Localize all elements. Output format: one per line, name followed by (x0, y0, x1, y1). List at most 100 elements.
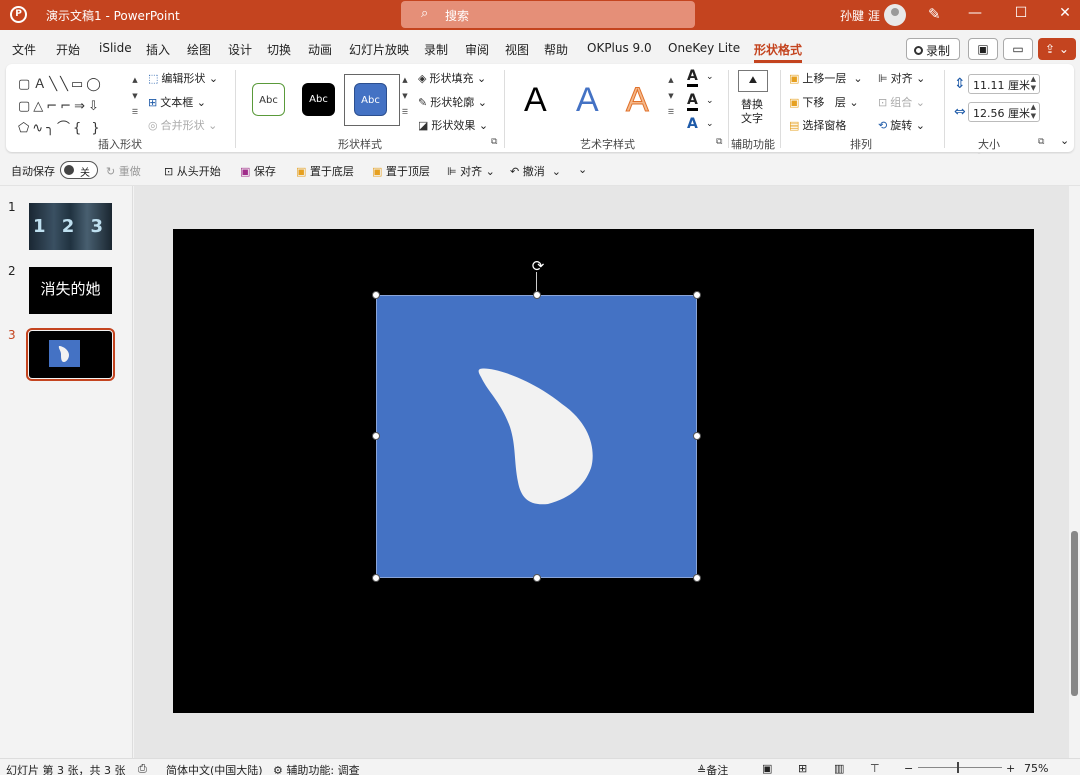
language-status[interactable]: 简体中文(中国大陆) (166, 762, 263, 775)
redo-button[interactable]: ↻ 重做 (106, 163, 141, 179)
resize-handle-top-left[interactable] (372, 291, 380, 299)
rotate-handle-icon[interactable]: ⟳ (529, 257, 547, 275)
tab-file[interactable]: 文件 (12, 41, 36, 58)
zoom-slider-thumb[interactable] (957, 762, 959, 773)
zoom-out-button[interactable]: − (904, 762, 913, 775)
tab-onekey-lite[interactable]: OneKey Lite (668, 41, 740, 55)
tab-help[interactable]: 帮助 (544, 41, 568, 58)
tab-review[interactable]: 审阅 (465, 41, 489, 58)
merge-shapes-button[interactable]: ◎ 合并形状 ⌄ (148, 117, 217, 133)
shapes-gallery[interactable]: ▢Ａ╲╲▭◯ ▢△⌐⌐⇒⇩ ⬠∿╮⌒{ } (18, 74, 136, 140)
resize-handle-right[interactable] (693, 432, 701, 440)
slide-thumbnail-3[interactable] (26, 328, 115, 381)
accessibility-status[interactable]: ⚙ 辅助功能: 调查 (273, 762, 360, 775)
bring-forward-button[interactable]: ▣ 上移一层 ⌄ (789, 70, 863, 86)
save-button[interactable]: ▣ 保存 (240, 163, 276, 179)
slide-sorter-icon[interactable]: ⊞ (798, 762, 807, 775)
zoom-slider[interactable] (918, 767, 1002, 768)
text-effects-icon[interactable]: A (687, 116, 698, 132)
text-outline-dropdown[interactable]: ⌄ (706, 96, 714, 106)
size-launcher-icon[interactable]: ⧉ (1038, 137, 1044, 147)
rotate-button[interactable]: ⟲ 旋转 ⌄ (878, 117, 925, 133)
tab-animations[interactable]: 动画 (308, 41, 332, 58)
wordart-sample-blue[interactable]: A (576, 82, 599, 118)
tab-transitions[interactable]: 切换 (267, 41, 291, 58)
tab-okplus[interactable]: OKPlus 9.0 (587, 41, 652, 55)
width-spinner[interactable]: ▲ ▼ (1031, 103, 1036, 121)
minimize-button[interactable]: — (960, 5, 990, 21)
collapse-ribbon-icon[interactable]: ⌄ (1060, 134, 1069, 147)
style-chip-outline[interactable]: Abc (252, 83, 285, 116)
zoom-level[interactable]: 75% (1024, 762, 1048, 775)
wordart-gallery-scroll[interactable]: ▲ ▼ ☰ (666, 72, 676, 120)
shape-outline-button[interactable]: ✎ 形状轮廓 ⌄ (418, 94, 487, 110)
edit-shape-button[interactable]: ⬚ 编辑形状 ⌄ (148, 70, 218, 86)
slide-thumbnail-2[interactable]: 消失的她 (29, 267, 112, 314)
send-to-back-button[interactable]: ▣ 置于底层 (296, 163, 354, 179)
close-button[interactable]: ✕ (1050, 5, 1080, 21)
reading-view-icon[interactable]: ▥ (834, 762, 844, 775)
shape-width-field[interactable]: 12.56 厘米 ▲ ▼ (968, 102, 1040, 122)
alt-text-icon[interactable]: ⛰ (738, 70, 768, 92)
spell-check-icon[interactable]: ⎙ (138, 762, 147, 775)
resize-handle-left[interactable] (372, 432, 380, 440)
scrollbar-thumb[interactable] (1071, 531, 1078, 696)
align-button[interactable]: ⊫ 对齐 ⌄ (878, 70, 925, 86)
selection-pane-button[interactable]: ▤ 选择窗格 (789, 117, 846, 133)
style-chip-blue[interactable]: Abc (354, 83, 387, 116)
autosave-toggle[interactable]: 关 (60, 161, 98, 179)
text-fill-icon[interactable]: A (687, 68, 698, 87)
zoom-in-button[interactable]: + (1006, 762, 1015, 775)
teardrop-shape[interactable] (377, 296, 698, 579)
tab-islide[interactable]: iSlide (99, 41, 132, 55)
style-chip-black[interactable]: Abc (302, 83, 335, 116)
text-fill-dropdown[interactable]: ⌄ (706, 72, 714, 82)
vertical-scrollbar[interactable] (1069, 186, 1080, 758)
wordart-launcher-icon[interactable]: ⧉ (716, 137, 722, 147)
share-button[interactable]: ⇪ ⌄ (1038, 38, 1076, 60)
tab-view[interactable]: 视图 (505, 41, 529, 58)
resize-handle-bottom-left[interactable] (372, 574, 380, 582)
selected-rectangle-shape[interactable] (376, 295, 697, 578)
from-start-button[interactable]: ⊡ 从头开始 (164, 163, 221, 179)
designer-pen-icon[interactable]: ✎ (928, 5, 941, 23)
qat-align-button[interactable]: ⊫ 对齐 ⌄ (447, 163, 495, 179)
undo-button[interactable]: ↶ 撤消 ⌄ (510, 163, 561, 179)
shapes-gallery-scroll[interactable]: ▲ ▼ ☰ (130, 72, 140, 120)
customize-qat-icon[interactable]: ⌄ (578, 163, 587, 176)
normal-view-icon[interactable]: ▣ (762, 762, 772, 775)
shape-styles-launcher-icon[interactable]: ⧉ (491, 137, 497, 147)
slideshow-view-icon[interactable]: ⊤ (870, 762, 880, 775)
tab-shape-format[interactable]: 形状格式 (754, 41, 803, 63)
slide-thumbnail-1[interactable]: 1 2 3 (29, 203, 112, 250)
tab-draw[interactable]: 绘图 (187, 41, 211, 58)
text-outline-icon[interactable]: A (687, 92, 698, 111)
tab-slideshow[interactable]: 幻灯片放映 (349, 41, 409, 58)
resize-handle-top-right[interactable] (693, 291, 701, 299)
wordart-sample-black[interactable]: A (524, 82, 547, 118)
send-backward-button[interactable]: ▣ 下移 层 ⌄ (789, 94, 859, 110)
shape-height-field[interactable]: 11.11 厘米 ▲ ▼ (968, 74, 1040, 94)
search-box[interactable]: ⌕ 搜索 (401, 1, 695, 28)
resize-handle-bottom-right[interactable] (693, 574, 701, 582)
shape-fill-button[interactable]: ◈ 形状填充 ⌄ (418, 70, 486, 86)
text-effects-dropdown[interactable]: ⌄ (706, 119, 714, 129)
text-box-button[interactable]: ⊞ 文本框 ⌄ (148, 94, 206, 110)
height-spinner[interactable]: ▲ ▼ (1031, 75, 1036, 93)
record-button[interactable]: 录制 (906, 38, 960, 60)
shape-effects-button[interactable]: ◪ 形状效果 ⌄ (418, 117, 488, 133)
tab-record[interactable]: 录制 (424, 41, 448, 58)
tab-insert[interactable]: 插入 (146, 41, 170, 58)
bring-to-front-button[interactable]: ▣ 置于顶层 (372, 163, 430, 179)
tab-design[interactable]: 设计 (228, 41, 252, 58)
avatar[interactable] (884, 4, 906, 26)
comments-button[interactable]: ▭ (1003, 38, 1033, 60)
resize-handle-top[interactable] (533, 291, 541, 299)
resize-handle-bottom[interactable] (533, 574, 541, 582)
wordart-sample-orange[interactable]: A (626, 82, 650, 119)
group-button[interactable]: ⊡ 组合 ⌄ (878, 94, 925, 110)
styles-gallery-scroll[interactable]: ▲ ▼ ☰ (400, 72, 410, 120)
tab-home[interactable]: 开始 (56, 41, 80, 58)
restore-button[interactable]: ☐ (1006, 5, 1036, 21)
presenter-mode-button[interactable]: ▣ (968, 38, 998, 60)
